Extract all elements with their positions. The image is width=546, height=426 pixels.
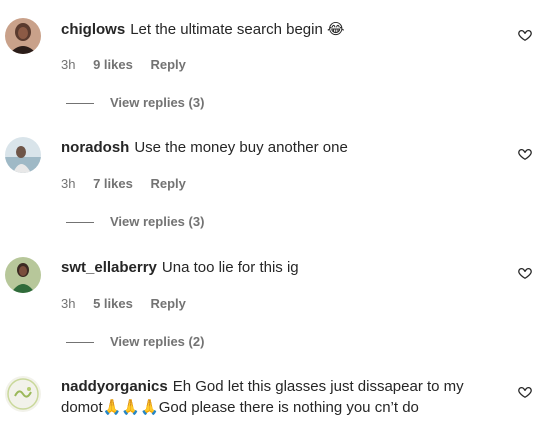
heart-outline-icon[interactable] (518, 147, 532, 161)
comment-likes[interactable]: 9 likes (93, 57, 133, 72)
comment-body-continued: domot🙏🙏🙏God please there is nothing you … (61, 399, 419, 416)
comment-likes[interactable]: 7 likes (93, 176, 133, 191)
comment-username[interactable]: naddyorganics (61, 378, 168, 395)
comment-body: Eh God let this glasses just dissapear t… (172, 378, 464, 395)
comment-text: chiglows Let the ultimate search begin 😂 (61, 19, 506, 40)
comment-body: Use the money buy another one (134, 139, 348, 156)
view-replies-label: View replies (2) (110, 334, 205, 349)
comment-time[interactable]: 3h (61, 176, 75, 191)
heart-outline-icon[interactable] (518, 28, 532, 42)
replies-divider (66, 341, 94, 343)
reply-button[interactable]: Reply (150, 296, 185, 311)
heart-outline-icon[interactable] (518, 266, 532, 280)
avatar[interactable] (5, 18, 41, 54)
comment-body: Una too lie for this ig (161, 259, 299, 276)
view-replies-button[interactable]: View replies (3) (66, 95, 204, 111)
avatar[interactable] (5, 137, 41, 173)
comment-likes[interactable]: 5 likes (93, 296, 133, 311)
comment-username[interactable]: chiglows (61, 21, 125, 38)
replies-divider (66, 102, 94, 104)
view-replies-label: View replies (3) (110, 95, 205, 110)
comment-text-continued: domot🙏🙏🙏God please there is nothing you … (61, 398, 506, 418)
comment-username[interactable]: noradosh (61, 139, 129, 156)
avatar[interactable] (5, 376, 41, 412)
comment-text: naddyorganics Eh God let this glasses jus… (61, 377, 506, 397)
comment-time[interactable]: 3h (61, 57, 75, 72)
comment-meta: 3h 5 likes Reply (61, 296, 186, 312)
comment-text: swt_ellaberry Una too lie for this ig (61, 258, 506, 278)
comment-meta: 3h 9 likes Reply (61, 57, 186, 73)
heart-outline-icon[interactable] (518, 385, 532, 399)
replies-divider (66, 221, 94, 223)
comment-time[interactable]: 3h (61, 296, 75, 311)
comment-text: noradosh Use the money buy another one (61, 138, 506, 158)
avatar[interactable] (5, 257, 41, 293)
reply-button[interactable]: Reply (150, 176, 185, 191)
reply-button[interactable]: Reply (150, 57, 185, 72)
comment-meta: 3h 7 likes Reply (61, 176, 186, 192)
comment-body: Let the ultimate search begin (130, 21, 323, 38)
view-replies-button[interactable]: View replies (3) (66, 214, 204, 230)
view-replies-button[interactable]: View replies (2) (66, 334, 204, 350)
comment-username[interactable]: swt_ellaberry (61, 259, 157, 276)
view-replies-label: View replies (3) (110, 214, 205, 229)
laughing-emoji: 😂 (326, 20, 345, 38)
